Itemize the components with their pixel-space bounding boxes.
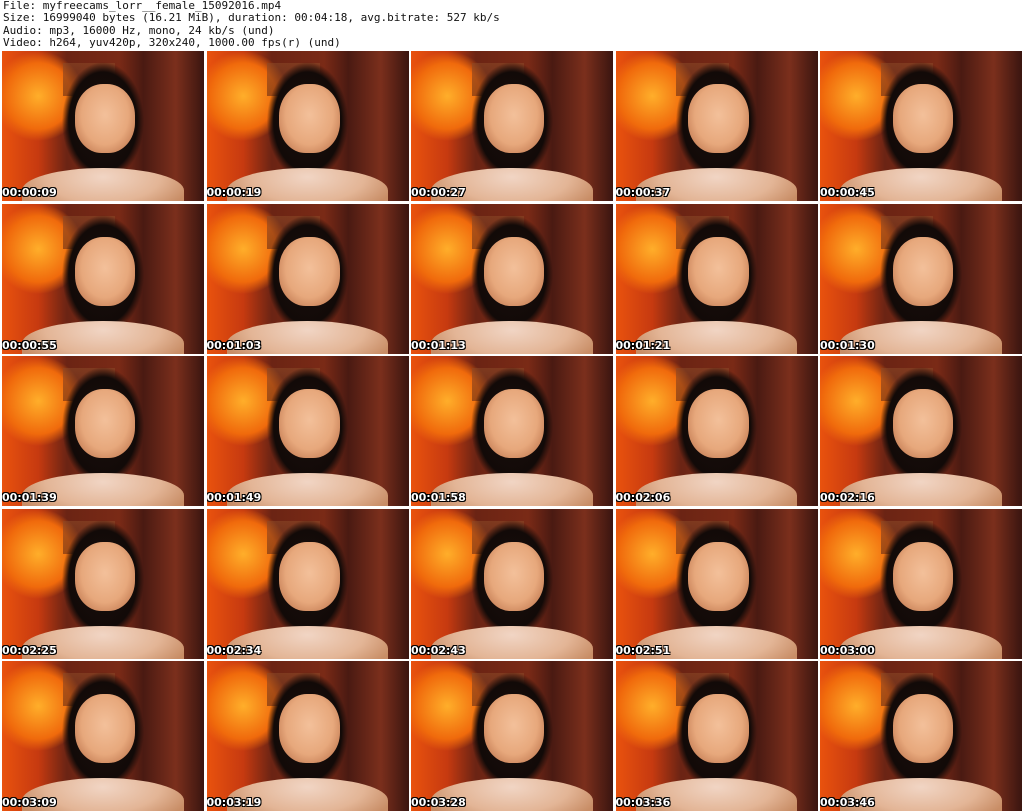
frame-timestamp: 00:00:19 [206,186,262,199]
video-info-line: Video: h264, yuv420p, 320x240, 1000.00 f… [3,35,341,49]
frame-timestamp: 00:01:03 [206,338,262,352]
frame-timestamp: 00:00:09 [2,186,57,199]
thumbnail-frame: 00:03:19 [206,661,409,811]
frame-timestamp: 00:02:16 [820,491,875,504]
frame-timestamp: 00:03:28 [411,796,466,809]
thumbnail-frame: 00:03:46 [820,661,1022,811]
thumbnail-frame: 00:02:34 [206,508,409,659]
frame-timestamp: 00:02:25 [2,643,57,657]
frame-timestamp: 00:01:30 [820,338,875,352]
thumbnail-frame: 00:00:09 [2,51,204,201]
thumbnail-frame: 00:02:16 [820,356,1022,506]
frame-timestamp: 00:02:51 [615,643,671,657]
thumbnail-frame: 00:00:45 [820,51,1022,201]
thumbnail-frame: 00:01:03 [206,203,409,354]
frame-timestamp: 00:00:27 [411,186,466,199]
thumbnail-frame: 00:03:28 [411,661,613,811]
thumbnail-frame: 00:03:36 [615,661,818,811]
thumbnail-frame: 00:00:19 [206,51,409,201]
frame-timestamp: 00:01:21 [615,338,671,352]
frame-timestamp: 00:03:09 [2,796,57,809]
thumbnail-frame: 00:02:06 [615,356,818,506]
thumbnail-frame: 00:01:39 [2,356,204,506]
frame-timestamp: 00:00:45 [820,186,875,199]
thumbnail-frame: 00:01:30 [820,203,1022,354]
thumbnail-frame: 00:01:58 [411,356,613,506]
frame-timestamp: 00:02:06 [615,491,671,504]
thumbnail-frame: 00:02:25 [2,508,204,659]
thumbnail-frame: 00:02:43 [411,508,613,659]
thumbnail-frame: 00:00:37 [615,51,818,201]
thumbnail-grid: 00:00:09 00:00:19 00:00:27 00:00:37 00:0… [2,51,1022,811]
frame-timestamp: 00:00:55 [2,338,57,352]
thumbnail-frame: 00:00:27 [411,51,613,201]
file-size-line: Size: 16999040 bytes (16.21 MiB), durati… [3,11,500,25]
frame-timestamp: 00:02:34 [206,643,262,657]
thumbnail-frame: 00:00:55 [2,203,204,354]
frame-timestamp: 00:03:46 [820,796,875,809]
frame-timestamp: 00:01:39 [2,491,57,504]
video-info-header: File: myfreecams_lorr__female_15092016.m… [3,0,1021,50]
thumbnail-frame: 00:01:13 [411,203,613,354]
frame-timestamp: 00:01:49 [206,491,262,504]
frame-timestamp: 00:03:36 [615,796,671,809]
thumbnail-frame: 00:03:00 [820,508,1022,659]
thumbnail-frame: 00:01:21 [615,203,818,354]
thumbnail-frame: 00:03:09 [2,661,204,811]
frame-timestamp: 00:01:58 [411,491,466,504]
frame-timestamp: 00:03:19 [206,796,262,809]
frame-timestamp: 00:02:43 [411,643,466,657]
thumbnail-frame: 00:02:51 [615,508,818,659]
frame-timestamp: 00:00:37 [615,186,671,199]
thumbnail-frame: 00:01:49 [206,356,409,506]
frame-timestamp: 00:03:00 [820,643,875,657]
frame-timestamp: 00:01:13 [411,338,466,352]
